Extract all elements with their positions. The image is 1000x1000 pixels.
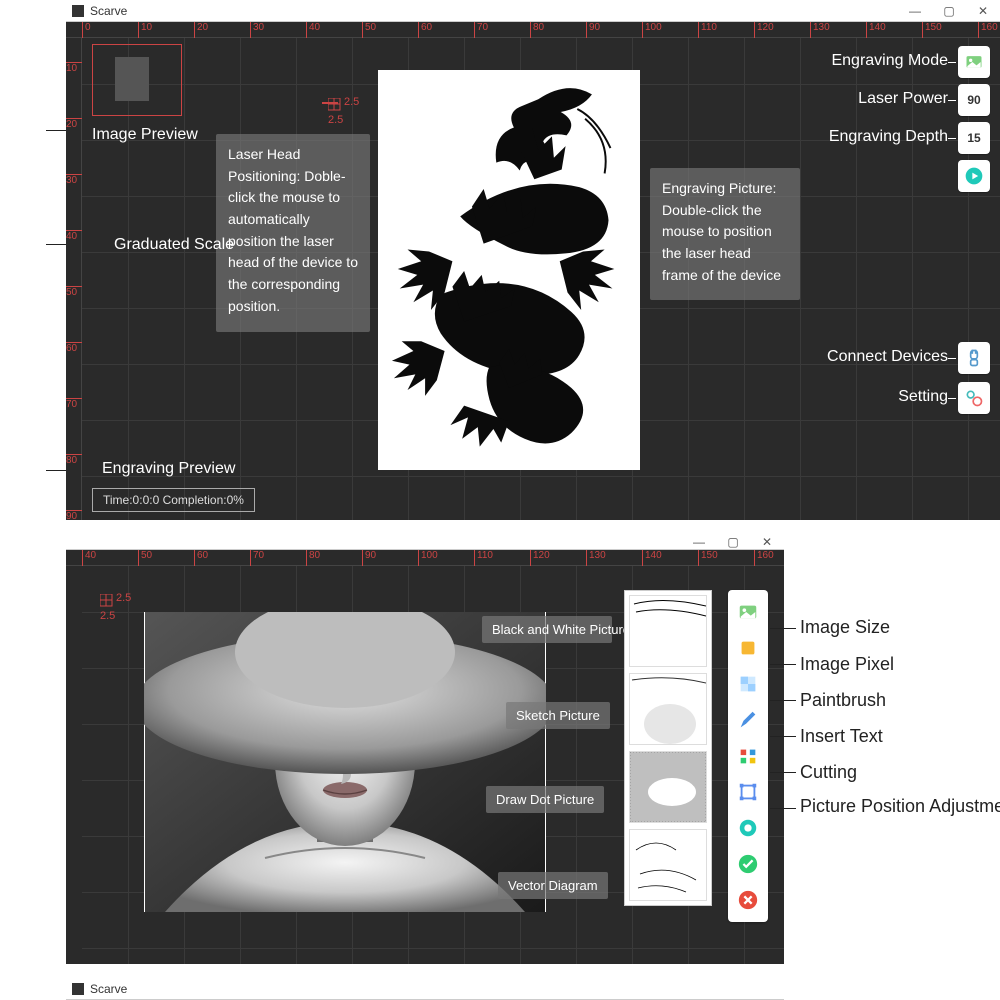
- close-button-2[interactable]: ✕: [750, 534, 784, 550]
- app-icon-3: [72, 983, 84, 995]
- settings-button[interactable]: [958, 382, 990, 414]
- minimize-button-2[interactable]: —: [682, 534, 716, 550]
- image-preview-thumb[interactable]: [92, 44, 182, 116]
- label-setting: Setting: [898, 388, 948, 406]
- tool-mode-icon[interactable]: [732, 596, 764, 628]
- ruler-horizontal: 0102030405060708090100110120130140150160: [66, 22, 1000, 38]
- minimize-button[interactable]: —: [898, 0, 932, 22]
- ext-label-image-pixel: Image Pixel: [800, 654, 894, 675]
- label-laser-power: Laser Power: [858, 90, 948, 108]
- titlebar-2: — ▢ ✕: [66, 534, 784, 550]
- ruler-horizontal-2: 405060708090100110120130140150160: [66, 550, 784, 566]
- titlebar-3: Scarve: [66, 978, 784, 1000]
- option-dot-label: Draw Dot Picture: [486, 786, 604, 813]
- crosshair-arrow-icon: [322, 102, 338, 110]
- tool-picture-position[interactable]: [732, 812, 764, 844]
- engraving-picture[interactable]: [378, 70, 640, 470]
- engraving-mode-button[interactable]: [958, 46, 990, 78]
- label-connect-devices: Connect Devices: [827, 348, 948, 366]
- preview-vector[interactable]: [629, 829, 707, 901]
- tooltip-laser-head: Laser Head Positioning: Doble-click the …: [216, 134, 370, 332]
- mode-preview-column: [624, 590, 712, 906]
- tool-paintbrush[interactable]: [732, 704, 764, 736]
- tool-image-size[interactable]: [732, 632, 764, 664]
- canvas-top[interactable]: 0102030405060708090100110120130140150160…: [66, 22, 1000, 520]
- ext-label-cutting: Cutting: [800, 762, 857, 783]
- titlebar: Scarve — ▢ ✕: [66, 0, 1000, 22]
- tool-confirm[interactable]: [732, 848, 764, 880]
- tool-cutting[interactable]: [732, 776, 764, 808]
- tool-image-pixel[interactable]: [732, 668, 764, 700]
- label-engraving-depth: Engraving Depth: [829, 128, 948, 146]
- maximize-button-2[interactable]: ▢: [716, 534, 750, 550]
- crosshair-marker-2[interactable]: 2.5 2.5: [100, 594, 114, 608]
- close-button[interactable]: ✕: [966, 0, 1000, 22]
- preview-bw[interactable]: [629, 595, 707, 667]
- portrait-artwork: [144, 612, 546, 912]
- tool-column: [728, 590, 768, 922]
- maximize-button[interactable]: ▢: [932, 0, 966, 22]
- tool-insert-text[interactable]: [732, 740, 764, 772]
- dragon-artwork: [378, 70, 640, 470]
- option-bw-label: Black and White Picture: [482, 616, 612, 643]
- preview-dot[interactable]: [629, 751, 707, 823]
- play-button[interactable]: [958, 160, 990, 192]
- engraving-depth-input[interactable]: 15: [958, 122, 990, 154]
- ext-label-paintbrush: Paintbrush: [800, 690, 886, 711]
- ext-label-picture-pos: Picture Position Adjustment: [800, 796, 970, 818]
- app-title: Scarve: [90, 4, 127, 18]
- preview-sketch[interactable]: [629, 673, 707, 745]
- label-engraving-preview: Engraving Preview: [102, 460, 235, 478]
- app-title-3: Scarve: [90, 982, 127, 996]
- engraving-picture-2[interactable]: [144, 612, 546, 912]
- tooltip-engraving-picture: Engraving Picture: Double-click the mous…: [650, 168, 800, 300]
- ext-label-insert-text: Insert Text: [800, 726, 883, 747]
- connect-devices-button[interactable]: [958, 342, 990, 374]
- laser-power-input[interactable]: 90: [958, 84, 990, 116]
- option-vector-label: Vector Diagram: [498, 872, 608, 899]
- label-graduated-scale: Graduated Scale: [114, 236, 234, 254]
- ext-label-image-size: Image Size: [800, 617, 890, 638]
- label-engraving-mode: Engraving Mode: [831, 52, 948, 70]
- engraving-status: Time:0:0:0 Completion:0%: [92, 488, 255, 512]
- canvas-bottom[interactable]: 405060708090100110120130140150160 2.5 2.…: [66, 550, 784, 964]
- label-image-preview: Image Preview: [92, 126, 198, 144]
- ruler-vertical: 102030405060708090: [66, 38, 82, 520]
- option-sketch-label: Sketch Picture: [506, 702, 610, 729]
- app-icon: [72, 5, 84, 17]
- tool-cancel[interactable]: [732, 884, 764, 916]
